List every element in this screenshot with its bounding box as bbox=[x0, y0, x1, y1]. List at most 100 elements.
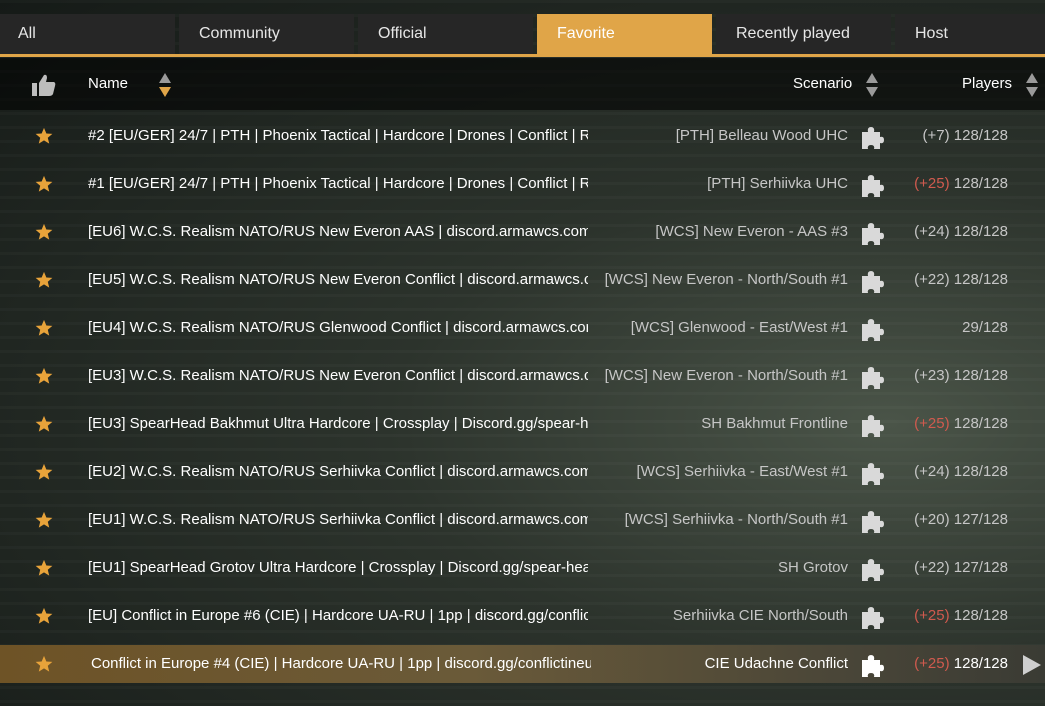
tab-all[interactable]: All bbox=[0, 14, 175, 54]
favorite-star-icon[interactable] bbox=[35, 367, 53, 385]
server-scenario: SH Grotov bbox=[777, 559, 848, 576]
player-delta: (+7) bbox=[922, 127, 950, 144]
player-count-value: 128/128 bbox=[953, 271, 1008, 288]
server-name: #1 [EU/GER] 24/7 | PTH | Phoenix Tactica… bbox=[88, 175, 588, 192]
tab-community[interactable]: Community bbox=[179, 14, 354, 54]
filter-tabs: All Community Official Favorite Recently… bbox=[0, 14, 1045, 54]
server-row[interactable]: [EU4] W.C.S. Realism NATO/RUS Glenwood C… bbox=[0, 309, 1045, 347]
server-name: [EU3] W.C.S. Realism NATO/RUS New Everon… bbox=[88, 367, 588, 384]
player-delta: (+24) bbox=[914, 463, 950, 480]
player-count: (+22) 128/128 bbox=[914, 261, 1008, 299]
server-scenario: [PTH] Belleau Wood UHC bbox=[675, 127, 848, 144]
server-scenario: [WCS] New Everon - AAS #3 bbox=[655, 223, 848, 240]
player-count: (+23) 128/128 bbox=[914, 357, 1008, 395]
server-name: [EU6] W.C.S. Realism NATO/RUS New Everon… bbox=[88, 223, 588, 240]
player-count-value: 128/128 bbox=[953, 607, 1008, 624]
player-delta: (+25) bbox=[914, 655, 950, 672]
sort-scenario-icon[interactable] bbox=[865, 72, 879, 98]
mods-puzzle-icon bbox=[862, 415, 884, 437]
tab-official[interactable]: Official bbox=[358, 14, 533, 54]
server-scenario: CIE Udachne Conflict bbox=[704, 655, 848, 672]
server-row[interactable]: [EU2] W.C.S. Realism NATO/RUS Serhiivka … bbox=[0, 453, 1045, 491]
tab-recently-played[interactable]: Recently played bbox=[716, 14, 891, 54]
server-row-selected[interactable]: Conflict in Europe #4 (CIE) | Hardcore U… bbox=[0, 645, 1045, 683]
player-count-value: 128/128 bbox=[953, 127, 1008, 144]
server-scenario: [WCS] Glenwood - East/West #1 bbox=[630, 319, 848, 336]
favorite-star-icon[interactable] bbox=[35, 271, 53, 289]
server-row[interactable]: #1 [EU/GER] 24/7 | PTH | Phoenix Tactica… bbox=[0, 165, 1045, 203]
player-count-value: 128/128 bbox=[953, 655, 1008, 672]
player-count-value: 128/128 bbox=[953, 415, 1008, 432]
favorite-star-icon[interactable] bbox=[35, 559, 53, 577]
server-name: [EU4] W.C.S. Realism NATO/RUS Glenwood C… bbox=[88, 319, 588, 336]
server-row[interactable]: [EU1] W.C.S. Realism NATO/RUS Serhiivka … bbox=[0, 501, 1045, 539]
favorite-star-icon[interactable] bbox=[35, 463, 53, 481]
sort-players-icon[interactable] bbox=[1025, 72, 1039, 98]
server-scenario: Serhiivka CIE North/South bbox=[672, 607, 848, 624]
player-count: (+24) 128/128 bbox=[914, 213, 1008, 251]
mods-puzzle-icon bbox=[862, 559, 884, 581]
player-delta: (+25) bbox=[914, 415, 950, 432]
player-count-value: 127/128 bbox=[953, 511, 1008, 528]
favorite-star-icon[interactable] bbox=[35, 511, 53, 529]
player-count: (+22) 127/128 bbox=[914, 549, 1008, 587]
mods-puzzle-icon bbox=[862, 367, 884, 389]
player-count-value: 128/128 bbox=[953, 367, 1008, 384]
mods-puzzle-icon bbox=[862, 655, 884, 677]
player-count: (+25) 128/128 bbox=[914, 597, 1008, 635]
player-count: (+24) 128/128 bbox=[914, 453, 1008, 491]
player-count: (+25) 128/128 bbox=[914, 405, 1008, 443]
server-scenario: [WCS] New Everon - North/South #1 bbox=[604, 271, 848, 288]
mods-puzzle-icon bbox=[862, 175, 884, 197]
server-scenario: [WCS] New Everon - North/South #1 bbox=[604, 367, 848, 384]
player-count: (+25) 128/128 bbox=[914, 645, 1008, 683]
thumbs-up-icon[interactable] bbox=[32, 74, 56, 96]
tab-favorite[interactable]: Favorite bbox=[537, 14, 712, 54]
player-delta: (+23) bbox=[914, 367, 950, 384]
server-scenario: [WCS] Serhiivka - North/South #1 bbox=[624, 511, 848, 528]
play-join-icon[interactable] bbox=[1022, 654, 1042, 676]
server-row[interactable]: [EU1] SpearHead Grotov Ultra Hardcore | … bbox=[0, 549, 1045, 587]
player-count-value: 128/128 bbox=[953, 175, 1008, 192]
favorite-star-icon[interactable] bbox=[35, 175, 53, 193]
favorite-star-icon[interactable] bbox=[35, 655, 53, 673]
favorite-star-icon[interactable] bbox=[35, 127, 53, 145]
player-delta: (+22) bbox=[914, 559, 950, 576]
player-count: (+25) 128/128 bbox=[914, 165, 1008, 203]
favorite-star-icon[interactable] bbox=[35, 415, 53, 433]
server-row[interactable]: #2 [EU/GER] 24/7 | PTH | Phoenix Tactica… bbox=[0, 117, 1045, 155]
favorite-star-icon[interactable] bbox=[35, 223, 53, 241]
player-delta: (+20) bbox=[914, 511, 950, 528]
favorite-star-icon[interactable] bbox=[35, 319, 53, 337]
server-name: [EU3] SpearHead Bakhmut Ultra Hardcore |… bbox=[88, 415, 588, 432]
server-row[interactable]: [EU3] SpearHead Bakhmut Ultra Hardcore |… bbox=[0, 405, 1045, 443]
tab-host[interactable]: Host bbox=[895, 14, 1045, 54]
mods-puzzle-icon bbox=[862, 511, 884, 533]
tab-underline bbox=[0, 54, 1045, 57]
server-name: [EU5] W.C.S. Realism NATO/RUS New Everon… bbox=[88, 271, 588, 288]
server-name: Conflict in Europe #4 (CIE) | Hardcore U… bbox=[91, 655, 591, 672]
player-delta: (+25) bbox=[914, 175, 950, 192]
player-count: 29/128 bbox=[962, 309, 1008, 347]
player-count-value: 128/128 bbox=[953, 223, 1008, 240]
player-delta: (+22) bbox=[914, 271, 950, 288]
server-row[interactable]: [EU] Conflict in Europe #6 (CIE) | Hardc… bbox=[0, 597, 1045, 635]
mods-puzzle-icon bbox=[862, 127, 884, 149]
server-name: [EU1] W.C.S. Realism NATO/RUS Serhiivka … bbox=[88, 511, 588, 528]
server-name: [EU] Conflict in Europe #6 (CIE) | Hardc… bbox=[88, 607, 588, 624]
mods-puzzle-icon bbox=[862, 319, 884, 341]
server-scenario: SH Bakhmut Frontline bbox=[701, 415, 848, 432]
column-scenario-header[interactable]: Scenario bbox=[793, 58, 852, 110]
server-row[interactable]: [EU6] W.C.S. Realism NATO/RUS New Everon… bbox=[0, 213, 1045, 251]
server-scenario: [WCS] Serhiivka - East/West #1 bbox=[636, 463, 848, 480]
sort-name-icon[interactable] bbox=[158, 72, 172, 98]
column-players-header[interactable]: Players bbox=[962, 58, 1012, 110]
column-name-header[interactable]: Name bbox=[88, 58, 128, 110]
mods-puzzle-icon bbox=[862, 607, 884, 629]
server-name: [EU1] SpearHead Grotov Ultra Hardcore | … bbox=[88, 559, 588, 576]
server-row[interactable]: [EU3] W.C.S. Realism NATO/RUS New Everon… bbox=[0, 357, 1045, 395]
mods-puzzle-icon bbox=[862, 463, 884, 485]
server-name: [EU2] W.C.S. Realism NATO/RUS Serhiivka … bbox=[88, 463, 588, 480]
server-row[interactable]: [EU5] W.C.S. Realism NATO/RUS New Everon… bbox=[0, 261, 1045, 299]
favorite-star-icon[interactable] bbox=[35, 607, 53, 625]
